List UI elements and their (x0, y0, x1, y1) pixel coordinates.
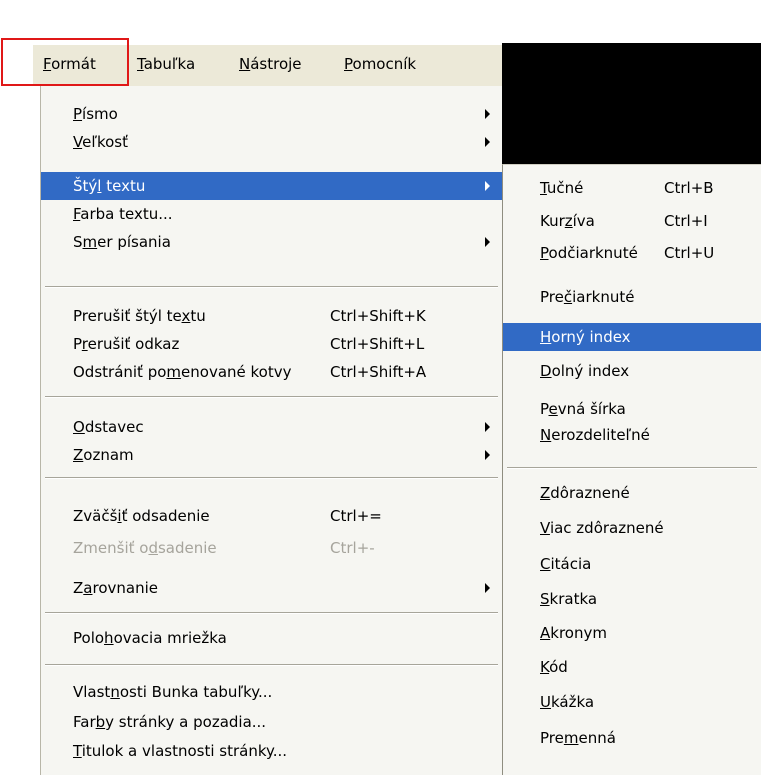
background-window-area (502, 43, 761, 164)
menu-nastroje[interactable]: Nástroje (239, 55, 302, 73)
submenu-item-dolny-index[interactable]: Dolný index (503, 357, 761, 385)
menu-pomocnik[interactable]: Pomocník (344, 55, 416, 73)
submenu-item-podciarknute[interactable]: Podčiarknuté Ctrl+U (503, 239, 761, 267)
menu-item-vlastnosti-bunky[interactable]: Vlastnosti Bunka tabuľky... (41, 678, 502, 706)
submenu-arrow-icon (485, 450, 490, 460)
submenu-item-preciarknute[interactable]: Prečiarknuté (503, 283, 761, 311)
menu-separator (45, 664, 498, 666)
text-style-submenu: Tučné Ctrl+B Kurzíva Ctrl+I Podčiarknuté… (502, 164, 761, 775)
submenu-arrow-icon (485, 422, 490, 432)
submenu-item-premenna[interactable]: Premenná (503, 724, 761, 752)
menu-item-farba-textu[interactable]: Farba textu... (41, 200, 502, 228)
menu-separator (45, 477, 498, 479)
menu-item-titulok-vlastnosti[interactable]: Titulok a vlastnosti stránky... (41, 737, 502, 765)
submenu-item-horny-index[interactable]: Horný index (503, 323, 761, 351)
annotation-highlight-box (1, 38, 129, 86)
submenu-item-citacia[interactable]: Citácia (503, 550, 761, 578)
menu-item-zmensit-odsadenie: Zmenšiť odsadenie Ctrl+- (73, 539, 375, 557)
menu-item-smer-pisania[interactable]: Smer písania (41, 228, 502, 256)
shortcut-label: Ctrl+B (664, 179, 714, 197)
menu-item-odstranit-kotvy[interactable]: Odstrániť pomenované kotvy Ctrl+Shift+A (41, 358, 502, 386)
menu-item-zvacsit-odsadenie[interactable]: Zväčšiť odsadenie Ctrl+= (41, 502, 502, 530)
submenu-item-kurziva[interactable]: Kurzíva Ctrl+I (503, 207, 761, 235)
submenu-item-skratka[interactable]: Skratka (503, 585, 761, 613)
menu-item-prerusit-odkaz[interactable]: Prerušiť odkaz Ctrl+Shift+L (41, 330, 502, 358)
submenu-arrow-icon (485, 181, 490, 191)
menu-separator (45, 612, 498, 614)
menu-item-pismo[interactable]: Písmo (41, 100, 502, 128)
menu-item-zoznam[interactable]: Zoznam (41, 441, 502, 469)
menu-item-zarovnanie[interactable]: Zarovnanie (41, 574, 502, 602)
menu-item-polohovacia-mriezka[interactable]: Polohovacia mriežka (41, 624, 502, 652)
submenu-item-tucne[interactable]: Tučné Ctrl+B (503, 174, 761, 202)
submenu-item-nerozdelitelne[interactable]: Nerozdeliteľné (503, 421, 761, 449)
submenu-separator (507, 467, 757, 469)
menu-item-styl-textu[interactable]: Štýl textu (41, 172, 502, 200)
shortcut-label: Ctrl+Shift+A (330, 363, 427, 381)
submenu-arrow-icon (485, 109, 490, 119)
menu-separator (45, 396, 498, 398)
shortcut-label: Ctrl+Shift+L (330, 335, 425, 353)
menu-tabulka[interactable]: Tabuľka (137, 55, 195, 73)
shortcut-label: Ctrl+I (664, 212, 708, 230)
menu-item-odstavec[interactable]: Odstavec (41, 413, 502, 441)
shortcut-label: Ctrl+U (664, 244, 715, 262)
submenu-item-kod[interactable]: Kód (503, 653, 761, 681)
submenu-arrow-icon (485, 137, 490, 147)
submenu-item-ukazka[interactable]: Ukážka (503, 688, 761, 716)
submenu-item-akronym[interactable]: Akronym (503, 619, 761, 647)
menu-item-velkost[interactable]: Veľkosť (41, 128, 502, 156)
menu-item-prerusit-styl-textu[interactable]: Prerušiť štýl textu Ctrl+Shift+K (41, 302, 502, 330)
submenu-arrow-icon (485, 237, 490, 247)
submenu-item-zdoraznene[interactable]: Zdôraznené (503, 479, 761, 507)
shortcut-label: Ctrl+- (330, 539, 375, 557)
shortcut-label: Ctrl+Shift+K (330, 307, 426, 325)
submenu-item-pevna-sirka[interactable]: Pevná šírka (503, 395, 761, 423)
submenu-arrow-icon (485, 583, 490, 593)
format-menu: Písmo Veľkosť Štýl textu Farba textu... … (40, 86, 502, 775)
submenu-item-viac-zdoraznene[interactable]: Viac zdôraznené (503, 514, 761, 542)
menu-item-farby-stranky[interactable]: Farby stránky a pozadia... (41, 708, 502, 736)
shortcut-label: Ctrl+= (330, 507, 382, 525)
menu-separator (45, 286, 498, 288)
